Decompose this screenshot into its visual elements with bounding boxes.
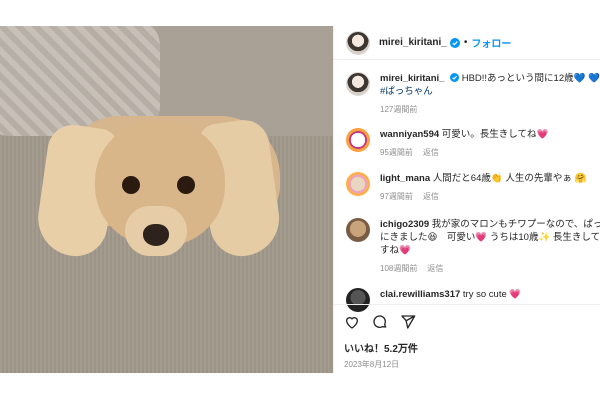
comment-time: 97週間前 [380, 192, 413, 201]
commenter-username[interactable]: light_mana [380, 173, 430, 184]
reply-button[interactable]: 返信 [423, 148, 439, 157]
heart-icon[interactable] [344, 314, 360, 330]
commenter-username[interactable]: clai.rewilliams317 [380, 289, 460, 300]
comment-text: wanniyan594 可愛い。長生きしてね💗 95週間前 返信 [380, 128, 548, 159]
dog-image [33, 76, 285, 266]
comment-emoji: 💗 [536, 129, 549, 140]
commenter-avatar[interactable] [346, 218, 370, 242]
caption-meta: 127週間前 [380, 103, 600, 116]
comment-time: 108週間前 [380, 264, 418, 273]
caption-hashtag[interactable]: #ぱっちゃん [380, 86, 433, 97]
instagram-post-frame: mirei_kiritani_ • フォロー mirei_kiritani_ H… [0, 26, 600, 373]
author-avatar-small[interactable] [346, 72, 370, 96]
comment-meta: 108週間前 返信 [380, 262, 600, 275]
post-footer: いいね！5.2万件 2023年8月12日 [334, 304, 600, 373]
action-bar [344, 313, 600, 331]
commenter-avatar[interactable] [346, 172, 370, 196]
comment-icon[interactable] [372, 314, 388, 330]
header-separator: • [463, 37, 468, 48]
caption-time: 127週間前 [380, 105, 418, 114]
share-icon[interactable] [400, 314, 416, 330]
comment-row: ichigo2309 我が家のマロンもチワプーなので、ぱって にきました😆 可愛… [346, 218, 600, 275]
reply-button[interactable]: 返信 [423, 192, 439, 201]
commenter-username[interactable]: wanniyan594 [380, 129, 439, 140]
author-username[interactable]: mirei_kiritani_ [379, 37, 447, 48]
comment-body: 人間だと64歳👏 人生の先輩やぁ 🤗 [432, 173, 587, 184]
comment-emoji: 💗 [399, 245, 411, 256]
comment-body-line2: にきました😆 可愛い💗 うちは10歳✨ 長生きして [380, 232, 600, 243]
verified-badge-icon [449, 37, 460, 48]
reply-button[interactable]: 返信 [427, 264, 443, 273]
commenter-username[interactable]: ichigo2309 [380, 219, 429, 230]
caption-username[interactable]: mirei_kiritani_ [380, 73, 444, 84]
post-photo[interactable] [0, 26, 333, 373]
comment-row: wanniyan594 可愛い。長生きしてね💗 95週間前 返信 [346, 128, 600, 159]
comment-body: try so cute [462, 289, 507, 300]
dog-eye-right [177, 176, 195, 194]
caption-row: mirei_kiritani_ HBD!!あっという間に12歳💙 💙 💙 #ぱっ… [346, 72, 600, 116]
like-count[interactable]: いいね！5.2万件 [344, 340, 600, 355]
comment-text: light_mana 人間だと64歳👏 人生の先輩やぁ 🤗 97週間前 返信 [380, 172, 586, 203]
commenter-avatar[interactable] [346, 128, 370, 152]
comment-row: light_mana 人間だと64歳👏 人生の先輩やぁ 🤗 97週間前 返信 [346, 172, 600, 203]
comment-body: 我が家のマロンもチワプーなので、ぱって [431, 219, 600, 230]
comment-text: ichigo2309 我が家のマロンもチワプーなので、ぱって にきました😆 可愛… [380, 218, 600, 275]
comment-body: 可愛い。長生きしてね [441, 129, 537, 140]
post-side-panel: mirei_kiritani_ • フォロー mirei_kiritani_ H… [333, 26, 600, 373]
dog-nose [143, 224, 169, 246]
comment-body-line3: すね [380, 245, 400, 256]
caption-body: HBD!!あっという間に12歳💙 💙 💙 [461, 73, 600, 84]
follow-button[interactable]: フォロー [471, 35, 511, 50]
post-header: mirei_kiritani_ • フォロー [334, 26, 600, 60]
post-date: 2023年8月12日 [344, 360, 400, 369]
caption-text: mirei_kiritani_ HBD!!あっという間に12歳💙 💙 💙 #ぱっ… [380, 72, 600, 116]
verified-badge-icon [450, 73, 460, 82]
comments-list[interactable]: mirei_kiritani_ HBD!!あっという間に12歳💙 💙 💙 #ぱっ… [334, 60, 600, 330]
dog-eye-left [122, 176, 140, 194]
comment-emoji: 💗 [509, 289, 522, 300]
author-avatar[interactable] [346, 30, 370, 55]
comment-time: 95週間前 [380, 148, 413, 157]
comment-meta: 95週間前 返信 [380, 146, 548, 159]
comment-meta: 97週間前 返信 [380, 190, 586, 203]
